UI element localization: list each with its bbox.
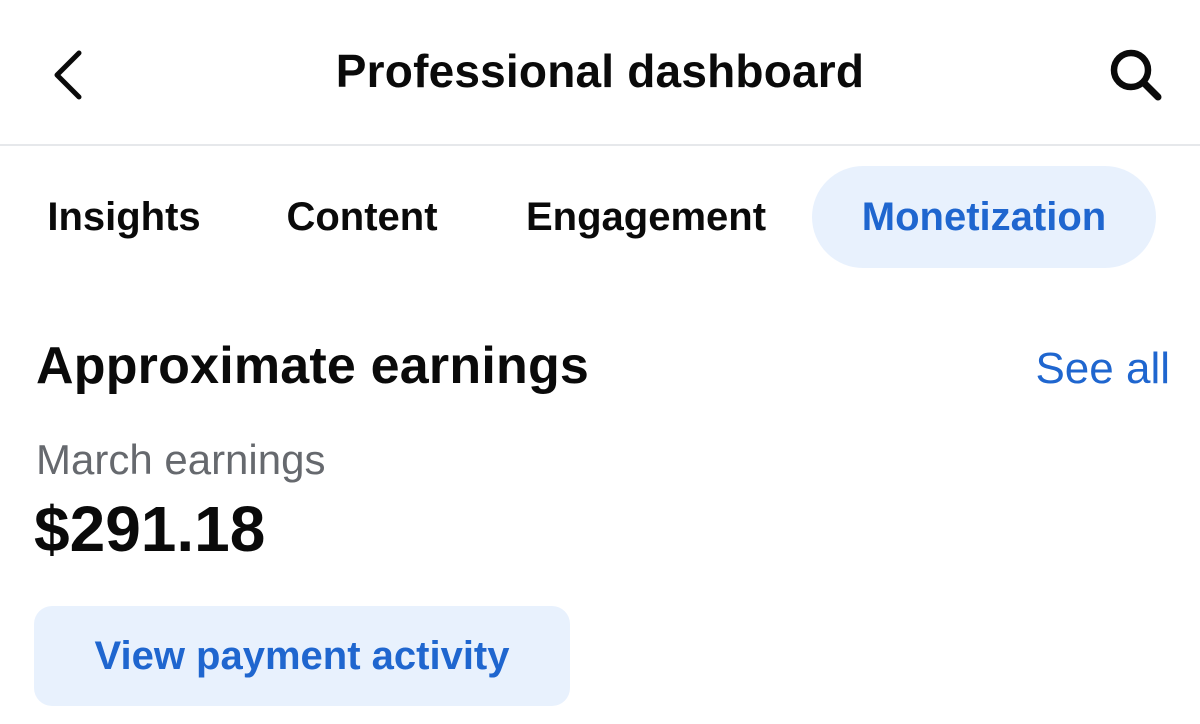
search-button[interactable]	[1096, 40, 1176, 110]
section-title: Approximate earnings	[36, 337, 590, 395]
tab-content[interactable]: Content	[262, 166, 462, 268]
tab-monetization[interactable]: Monetization	[812, 166, 1156, 268]
page-title: Professional dashboard	[335, 45, 865, 97]
earnings-period-label: March earnings	[36, 436, 326, 483]
view-payment-activity-button[interactable]: View payment activity	[34, 606, 570, 706]
tab-engagement[interactable]: Engagement	[500, 166, 792, 268]
earnings-amount: $291.18	[34, 493, 266, 565]
top-bar: Professional dashboard	[0, 0, 1200, 146]
tab-insights[interactable]: Insights	[24, 166, 224, 268]
see-all-link[interactable]: See all	[1010, 344, 1170, 394]
dashboard-tabs: Insights Content Engagement Monetization	[0, 166, 1200, 270]
search-icon	[1110, 49, 1162, 101]
